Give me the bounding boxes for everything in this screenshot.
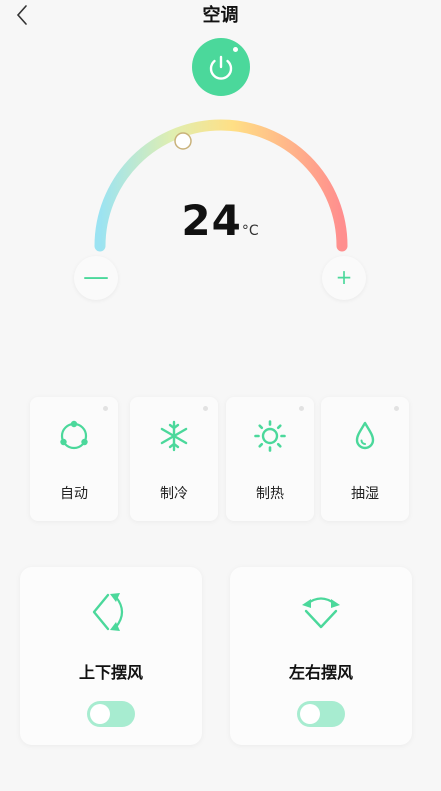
swing-label: 上下摆风: [78, 663, 143, 682]
vertical-swing-card: 上下摆风: [20, 567, 202, 745]
mode-card-cool[interactable]: 制冷: [130, 397, 218, 521]
mode-card-heat[interactable]: 制热: [226, 397, 314, 521]
toggle-knob: [90, 704, 110, 724]
power-icon: [209, 55, 233, 80]
water-drop-icon: [355, 421, 375, 450]
temperature-value: 24: [181, 196, 242, 245]
horizontal-swing-icon: [302, 597, 340, 629]
horizontal-swing-toggle[interactable]: [297, 701, 345, 727]
vertical-swing-toggle[interactable]: [87, 701, 135, 727]
decrease-temperature-button[interactable]: —: [74, 256, 118, 300]
mode-indicator-dot: [394, 406, 399, 411]
auto-cycle-icon: [60, 420, 88, 450]
mode-card-dehumidify[interactable]: 抽湿: [321, 397, 409, 521]
mode-indicator-dot: [299, 406, 304, 411]
vertical-swing-icon: [92, 593, 124, 631]
power-button[interactable]: [192, 38, 250, 96]
mode-label: 制冷: [160, 486, 188, 502]
temperature-unit: °C: [241, 223, 259, 239]
horizontal-swing-card: 左右摆风: [230, 567, 412, 745]
mode-label: 制热: [256, 486, 284, 502]
mode-indicator-dot: [103, 406, 108, 411]
temperature-slider-handle: [174, 132, 192, 150]
swing-label: 左右摆风: [288, 663, 353, 682]
mode-label: 自动: [60, 486, 88, 502]
sun-icon: [254, 420, 286, 452]
mode-indicator-dot: [203, 406, 208, 411]
mode-label: 抽湿: [351, 486, 379, 502]
page-title: 空调: [202, 5, 239, 26]
mode-card-auto[interactable]: 自动: [30, 397, 118, 521]
temperature-display: 24°C: [160, 196, 280, 246]
toggle-knob: [300, 704, 320, 724]
snowflake-icon: [160, 420, 188, 452]
increase-temperature-button[interactable]: +: [322, 256, 366, 300]
power-indicator-dot: [233, 47, 238, 52]
